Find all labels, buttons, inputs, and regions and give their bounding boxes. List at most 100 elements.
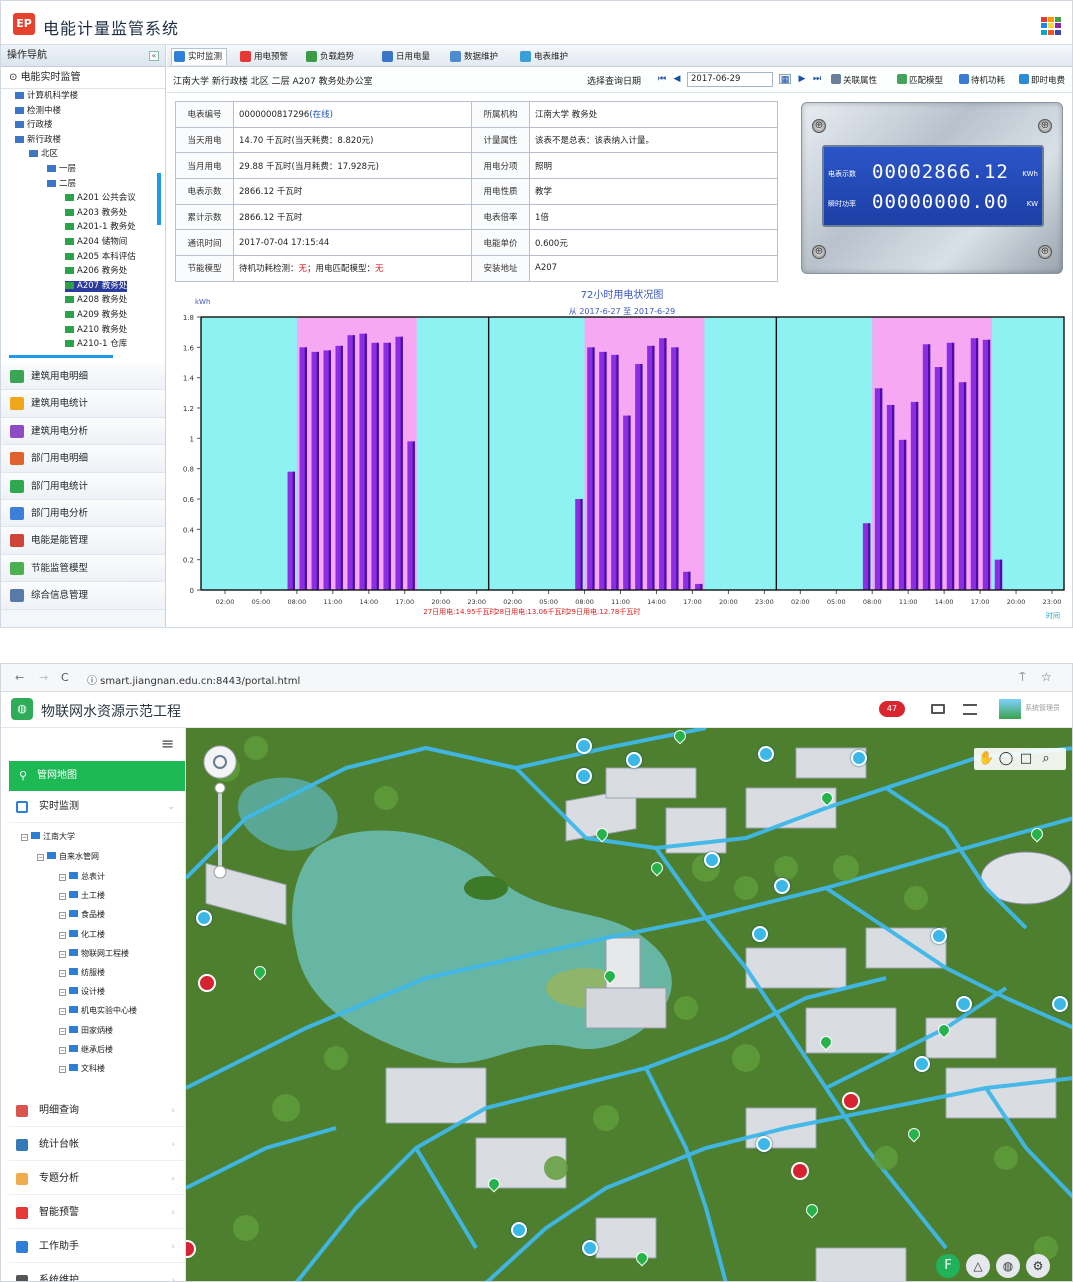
water-meter-icon[interactable]	[196, 910, 212, 926]
expand-icon[interactable]: −	[59, 1066, 66, 1073]
apps-grid-icon[interactable]	[1041, 17, 1061, 35]
tab[interactable]: 电表维护	[517, 48, 573, 65]
tree-node[interactable]: − 总表计	[59, 870, 105, 883]
tree-node[interactable]: A206 教务处	[65, 266, 127, 277]
address-bar[interactable]: ⓘ smart.jiangnan.edu.cn:8443/portal.html	[87, 672, 300, 687]
avatar[interactable]	[999, 699, 1021, 719]
water-meter-icon[interactable]	[576, 768, 592, 784]
tree-hscrollbar[interactable]	[9, 355, 113, 358]
nav-item[interactable]: 统计台帐 ›	[9, 1129, 185, 1161]
water-meter-icon[interactable]	[774, 878, 790, 894]
menu-icon[interactable]	[963, 704, 977, 715]
tree-node[interactable]: − 机电实验中心楼	[59, 1004, 137, 1017]
menu-item[interactable]: 节能监管模型	[1, 554, 165, 583]
water-meter-icon[interactable]	[956, 996, 972, 1012]
hamburger-icon[interactable]: ≡	[161, 734, 174, 753]
water-meter-icon[interactable]	[704, 852, 720, 868]
nav-item[interactable]: 工作助手 ›	[9, 1231, 185, 1263]
settings-icon[interactable]: ⚙	[1026, 1254, 1050, 1278]
tree-node[interactable]: 二层	[47, 179, 76, 190]
tab[interactable]: 负载趋势	[303, 48, 359, 65]
menu-item[interactable]: 建筑用电分析	[1, 417, 165, 446]
zoom-control[interactable]	[200, 744, 240, 884]
calendar-icon[interactable]: ▦	[779, 74, 791, 85]
notification-badge[interactable]: 47	[879, 701, 905, 717]
tree-scrollbar[interactable]	[157, 173, 161, 225]
tree-node[interactable]: A208 教务处	[65, 295, 127, 306]
nav-item[interactable]: 明细查询 ›	[9, 1095, 185, 1127]
water-meter-icon[interactable]	[626, 752, 642, 768]
nav-item[interactable]: 智能预警 ›	[9, 1197, 185, 1229]
tree-node[interactable]: − 文科楼	[59, 1062, 105, 1075]
toolbar-button[interactable]: 即时电费	[1019, 74, 1065, 86]
tree-node[interactable]: A204 储物间	[65, 237, 127, 248]
expand-icon[interactable]: −	[59, 989, 66, 997]
tab[interactable]: 实时监测	[171, 48, 228, 65]
water-meter-icon[interactable]	[511, 1222, 527, 1238]
menu-item[interactable]: 建筑用电明细	[1, 363, 165, 391]
layers-icon[interactable]: △	[966, 1254, 990, 1278]
date-input[interactable]: 2017-06-29	[687, 72, 773, 87]
tab[interactable]: 用电预警	[237, 48, 293, 65]
toolbar-button[interactable]: 待机功耗	[959, 74, 1005, 86]
water-meter-icon[interactable]	[931, 928, 947, 944]
tab[interactable]: 日用电量	[379, 48, 435, 65]
menu-item[interactable]: 电能是能管理	[1, 527, 165, 555]
water-meter-icon[interactable]	[851, 750, 867, 766]
tree-node[interactable]: − 自来水管网	[37, 850, 99, 863]
tree-node[interactable]: A209 教务处	[65, 310, 127, 321]
alarm-pin-icon[interactable]	[842, 1092, 860, 1110]
water-meter-icon[interactable]	[1052, 996, 1068, 1012]
tree-node[interactable]: 一层	[47, 164, 76, 175]
tree-node[interactable]: − 田家炳楼	[59, 1024, 113, 1037]
map-tool-icon[interactable]: ◯	[998, 751, 1014, 767]
nav-realtime[interactable]: 实时监测 ⌄	[9, 791, 185, 823]
tree-node[interactable]: 计算机科学楼	[15, 91, 78, 102]
alarm-pin-icon[interactable]	[791, 1162, 809, 1180]
nav-item[interactable]: 专题分析 ›	[9, 1163, 185, 1195]
sidebar-section-title[interactable]: ⊙ 电能实时监管	[1, 67, 165, 89]
tree-node[interactable]: 新行政楼	[15, 135, 61, 146]
tree-node[interactable]: − 设计楼	[59, 985, 105, 998]
water-meter-icon[interactable]	[756, 1136, 772, 1152]
forward-icon[interactable]: →	[39, 671, 48, 684]
tree-node[interactable]: − 江南大学	[21, 830, 75, 843]
expand-icon[interactable]: −	[59, 1008, 66, 1016]
user-name[interactable]: 系统管理员	[1025, 703, 1060, 713]
expand-icon[interactable]: −	[59, 893, 66, 901]
water-meter-icon[interactable]	[582, 1240, 598, 1256]
collapse-sidebar-icon[interactable]: «	[149, 51, 159, 61]
tree-node[interactable]: − 化工楼	[59, 928, 105, 941]
menu-item[interactable]: 部门用电明细	[1, 445, 165, 473]
tree-node[interactable]: − 土工楼	[59, 889, 105, 902]
bookmark-star-icon[interactable]: ☆	[1041, 670, 1052, 684]
tree-node[interactable]: A203 教务处	[65, 208, 127, 219]
filter-icon[interactable]: F	[936, 1254, 960, 1278]
expand-icon[interactable]: −	[59, 912, 66, 920]
campus-map[interactable]: ✋ ◯ □ ⌕ F △ ◍ ⚙	[186, 728, 1073, 1282]
mail-icon[interactable]	[931, 704, 945, 714]
tree-node[interactable]: A207 教务处	[65, 280, 128, 292]
water-meter-icon[interactable]	[752, 926, 768, 942]
back-icon[interactable]: ←	[15, 671, 24, 684]
nav-pipe-map[interactable]: ⚲ 管网地图	[9, 761, 185, 791]
tree-node[interactable]: A201 公共会议	[65, 193, 136, 204]
expand-icon[interactable]: −	[59, 970, 66, 977]
water-meter-icon[interactable]	[576, 738, 592, 754]
tree-node[interactable]: − 食品楼	[59, 908, 105, 921]
alarm-pin-icon[interactable]	[198, 974, 216, 992]
tab[interactable]: 数据维护	[447, 48, 503, 65]
tree-node[interactable]: A210-1 仓库	[65, 339, 127, 350]
tree-node[interactable]: − 继承后楼	[59, 1043, 113, 1056]
expand-icon[interactable]: −	[59, 950, 66, 958]
water-meter-icon[interactable]	[914, 1056, 930, 1072]
next-day-button[interactable]: ▶	[797, 74, 807, 84]
expand-icon[interactable]: −	[59, 874, 66, 881]
map-canvas[interactable]	[186, 728, 1073, 1282]
expand-icon[interactable]: −	[59, 1046, 66, 1054]
prev-day-button[interactable]: ◀	[672, 74, 682, 84]
map-tool-icon[interactable]: ✋	[978, 751, 994, 767]
last-day-button[interactable]: ⏭	[812, 74, 822, 84]
expand-icon[interactable]: −	[37, 854, 44, 861]
expand-icon[interactable]: −	[59, 931, 66, 939]
